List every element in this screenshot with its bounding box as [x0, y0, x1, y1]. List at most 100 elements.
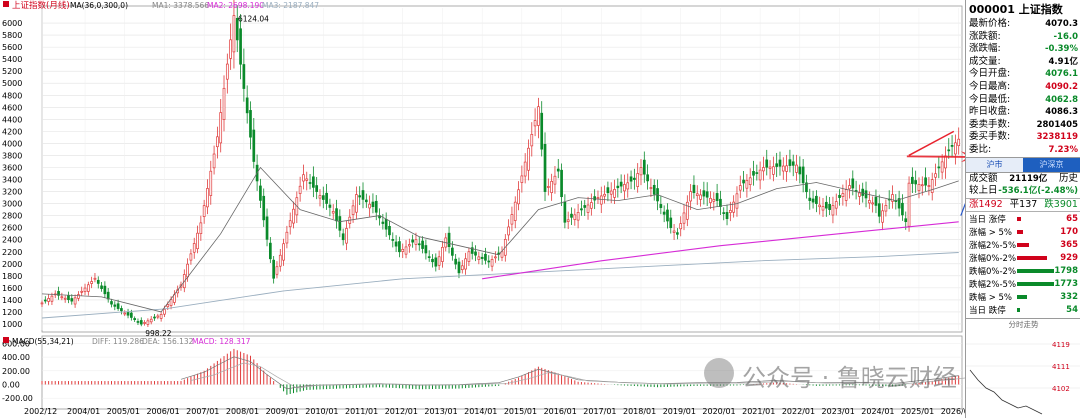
candle-body	[947, 149, 951, 152]
candle-body	[924, 177, 927, 186]
candle-body	[120, 308, 123, 312]
candle-body	[487, 260, 491, 263]
candle-body	[113, 304, 117, 307]
candle-body	[537, 106, 540, 126]
candle-body	[153, 316, 156, 319]
candle-body	[222, 87, 226, 120]
candle-body	[613, 189, 616, 198]
macd-tick-label: -200.00	[2, 394, 33, 403]
candle-body	[60, 296, 64, 299]
candle-body	[282, 243, 285, 261]
candle-body	[553, 175, 557, 185]
candle-body	[808, 197, 812, 201]
candle-body	[901, 202, 904, 216]
price-tick-label: 1600	[2, 284, 22, 293]
price-tick-label: 2800	[2, 212, 22, 221]
price-tick-label: 4800	[2, 91, 22, 100]
candle-body	[788, 159, 792, 166]
candle-body	[404, 246, 408, 255]
macd-close-icon[interactable]	[3, 337, 9, 343]
candle-body	[477, 256, 481, 260]
candle-body	[156, 315, 160, 318]
price-tick-label: 1800	[2, 272, 22, 281]
candle-body	[904, 218, 908, 223]
quote-row: 今日最低: 4062.8	[966, 94, 1080, 107]
breadth-stat-row: 涨幅0%-2% 929	[966, 251, 1080, 264]
candle-body	[421, 240, 424, 249]
candle-body	[652, 184, 656, 195]
candle-body	[126, 312, 130, 316]
candle-body	[308, 182, 312, 184]
candle-body	[206, 188, 209, 208]
candle-body	[738, 185, 742, 191]
candle-body	[275, 266, 279, 275]
stat-count: 365	[1060, 239, 1078, 250]
stat-label: 跌幅 > 5%	[969, 292, 1013, 303]
candle-body	[321, 195, 325, 200]
mini-price-line	[969, 369, 1043, 415]
candle-body	[954, 142, 957, 155]
candle-body	[934, 173, 937, 178]
price-tick-label: 1000	[2, 320, 22, 329]
candle-body	[50, 295, 54, 302]
candle-body	[149, 318, 153, 323]
breadth-stat-row: 涨幅 > 5% 170	[966, 225, 1080, 238]
candle-body	[454, 258, 458, 265]
quote-row: 委比: 7.23%	[966, 144, 1080, 157]
time-tick-label: 2002/12	[24, 407, 57, 416]
macd-tick-label: 400.00	[2, 353, 30, 362]
candle-body	[199, 222, 203, 235]
market-tabs[interactable]: 沪市 沪深京	[966, 156, 1080, 173]
time-tick-label: 2023/01	[822, 407, 855, 416]
candle-body	[401, 248, 405, 252]
quote-label: 今日最高:	[969, 80, 1011, 92]
ma-legend-item: MA1: 3378.566	[152, 1, 209, 10]
candle-body	[517, 189, 520, 205]
candle-body	[580, 208, 583, 211]
kline-chart[interactable]: 1000 1200 1400 1600 1800 2000 2200 2400 2600 2800…	[0, 0, 965, 418]
candle-body	[451, 247, 454, 256]
candle-body	[666, 209, 669, 222]
quote-value: 4086.3	[1045, 107, 1078, 118]
candle-body	[229, 39, 232, 59]
quote-label: 委卖手数:	[969, 118, 1011, 130]
candle-body	[676, 232, 679, 235]
candle-body	[877, 203, 881, 217]
stat-label: 跌幅0%-2%	[969, 266, 1017, 277]
price-tick-label: 5000	[2, 79, 22, 88]
candle-body	[785, 165, 788, 172]
candle-body	[646, 174, 649, 182]
quote-value: 4070.3	[1045, 19, 1078, 29]
peak-annotation: 6124.04	[238, 15, 269, 24]
candle-body	[437, 256, 441, 266]
candle-body	[163, 309, 166, 315]
mini-tick-label: 4102	[1052, 385, 1070, 393]
candle-body	[659, 204, 663, 208]
candle-body	[391, 239, 395, 241]
candle-body	[752, 171, 755, 176]
stat-count: 54	[1066, 304, 1078, 315]
candle-body	[90, 281, 93, 284]
compare-row: 较上日 -536.1亿(-2.48%)	[969, 185, 1078, 197]
price-tick-label: 4600	[2, 103, 22, 112]
macd-legend-item: DIFF: 119.286	[92, 337, 144, 346]
candle-body	[398, 241, 401, 253]
candle-body	[758, 169, 762, 181]
macd-legend-item: DEA: 156.132	[142, 337, 194, 346]
candle-body	[262, 195, 266, 221]
time-tick-label: 2017/01	[583, 407, 616, 416]
tab-sh[interactable]: 沪市	[966, 157, 1023, 172]
candle-body	[209, 170, 213, 196]
candle-body	[364, 199, 368, 203]
candle-body	[513, 201, 517, 221]
ma-legend: MA(36,0,300,0)	[70, 1, 128, 10]
quote-label: 今日开盘:	[969, 68, 1011, 80]
price-tick-label: 6000	[2, 19, 22, 28]
candle-body	[394, 241, 398, 247]
candle-body	[507, 226, 510, 236]
intraday-mini-chart[interactable]: 分时走势 4119 4111 4102	[966, 318, 1080, 418]
ma-legend-item: MA2: 2698.190	[207, 1, 264, 10]
tab-sh-sz-bj[interactable]: 沪深京	[1023, 157, 1080, 172]
candle-body	[672, 230, 676, 233]
close-icon[interactable]	[3, 1, 9, 7]
